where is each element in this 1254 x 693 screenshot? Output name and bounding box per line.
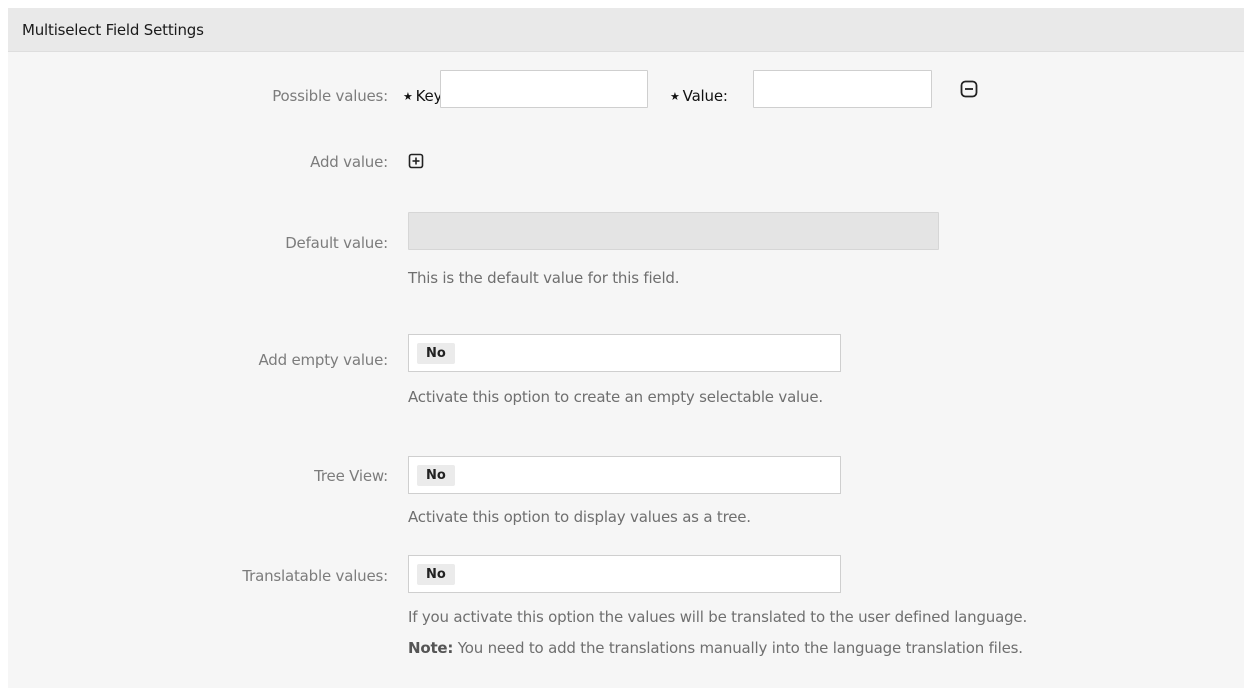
translatable-values-label: Translatable values: [242,567,388,585]
tree-view-select[interactable]: No [408,456,841,494]
possible-values-label: Possible values: [272,87,388,105]
selected-option: No [417,563,455,585]
required-star-icon: ★ [403,89,413,103]
default-value-help: This is the default value for this field… [408,269,680,287]
tree-view-label: Tree View: [314,467,388,485]
translatable-values-help: If you activate this option the values w… [408,608,1028,626]
default-value-label: Default value: [285,234,388,252]
add-empty-value-help: Activate this option to create an empty … [408,388,823,406]
key-input[interactable] [440,70,648,108]
remove-value-button[interactable] [960,80,978,98]
translatable-values-note: Note: You need to add the translations m… [408,639,1023,657]
note-text: You need to add the translations manuall… [453,639,1023,657]
multiselect-settings-panel: Multiselect Field Settings Possible valu… [8,8,1244,688]
required-star-icon: ★ [670,89,680,103]
value-label-text: Value: [682,87,728,105]
selected-option: No [417,464,455,486]
note-prefix: Note: [408,639,454,657]
value-field-label: ★ Value: [670,87,728,105]
add-value-label: Add value: [310,153,388,171]
add-empty-value-select[interactable]: No [408,334,841,372]
default-value-input [408,212,939,250]
add-value-button[interactable] [408,153,426,171]
add-empty-value-label: Add empty value: [258,351,388,369]
translatable-values-select[interactable]: No [408,555,841,593]
value-input[interactable] [753,70,932,108]
minus-square-icon [960,80,978,98]
section-title: Multiselect Field Settings [8,8,1244,52]
selected-option: No [417,342,455,364]
tree-view-help: Activate this option to display values a… [408,508,751,526]
plus-square-icon [408,153,424,169]
